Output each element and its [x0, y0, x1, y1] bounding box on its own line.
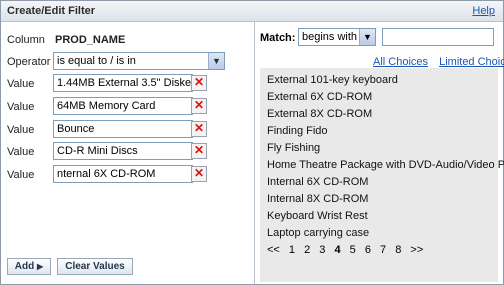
match-label: Match: [260, 32, 296, 44]
page-link[interactable]: 3 [319, 244, 325, 256]
list-item[interactable]: External 101-key keyboard [267, 74, 398, 86]
operator-select[interactable]: is equal to / is in ▼ [53, 52, 225, 70]
value-input[interactable]: 64MB Memory Card [53, 97, 193, 115]
value-label: Value [7, 169, 35, 181]
list-item[interactable]: Internal 8X CD-ROM [267, 193, 368, 205]
match-search-input[interactable] [382, 28, 494, 46]
list-item[interactable]: Home Theatre Package with DVD-Audio/Vide… [267, 159, 504, 171]
value-input[interactable]: nternal 6X CD-ROM [53, 165, 193, 183]
dialog-title: Create/Edit Filter [7, 5, 96, 17]
choices-panel: Match: begins with ▼ All Choices Limited… [255, 22, 504, 284]
value-input[interactable]: Bounce [53, 120, 193, 138]
column-value: PROD_NAME [55, 34, 126, 46]
operator-label: Operator [7, 56, 51, 68]
match-mode-value: begins with [302, 31, 358, 43]
list-item[interactable]: Laptop carrying case [267, 227, 369, 239]
value-label: Value [7, 146, 35, 158]
list-item[interactable]: Fly Fishing [267, 142, 320, 154]
page-link[interactable]: 6 [365, 244, 371, 256]
value-label: Value [7, 101, 35, 113]
add-button[interactable]: Add ▶ [7, 258, 51, 275]
page-link[interactable]: 2 [304, 244, 310, 256]
list-item[interactable]: External 8X CD-ROM [267, 108, 372, 120]
page-link[interactable]: 7 [380, 244, 386, 256]
list-item[interactable]: External 6X CD-ROM [267, 91, 372, 103]
first-page-link[interactable]: << [267, 244, 280, 256]
value-input[interactable]: CD-R Mini Discs [53, 142, 193, 160]
value-row: Value nternal 6X CD-ROM ✕ [1, 165, 254, 185]
list-item[interactable]: Internal 6X CD-ROM [267, 176, 368, 188]
page-link[interactable]: 8 [395, 244, 401, 256]
column-row: Column PROD_NAME [1, 30, 254, 50]
choices-links: All Choices Limited Choices [365, 56, 504, 68]
chevron-down-icon[interactable]: ▼ [359, 29, 375, 45]
delete-x-icon[interactable]: ✕ [191, 98, 207, 114]
chevron-down-icon[interactable]: ▼ [208, 53, 224, 69]
help-link[interactable]: Help [472, 5, 495, 17]
column-label: Column [7, 34, 45, 46]
operator-row: Operator is equal to / is in ▼ [1, 52, 254, 72]
value-row: Value Bounce ✕ [1, 120, 254, 140]
choices-list: External 101-key keyboard External 6X CD… [260, 68, 504, 282]
value-row: Value 64MB Memory Card ✕ [1, 97, 254, 117]
delete-x-icon[interactable]: ✕ [191, 75, 207, 91]
triangle-right-icon: ▶ [37, 262, 44, 271]
value-label: Value [7, 124, 35, 136]
value-row: Value CD-R Mini Discs ✕ [1, 142, 254, 162]
title-bar: Create/Edit Filter Help [1, 1, 503, 22]
value-row: Value 1.44MB External 3.5" Diskette ✕ [1, 74, 254, 94]
delete-x-icon[interactable]: ✕ [191, 121, 207, 137]
page-link[interactable]: 5 [350, 244, 356, 256]
delete-x-icon[interactable]: ✕ [191, 143, 207, 159]
last-page-link[interactable]: >> [410, 244, 423, 256]
match-mode-select[interactable]: begins with ▼ [298, 28, 376, 46]
page-link[interactable]: 1 [289, 244, 295, 256]
limited-choices-link[interactable]: Limited Choices [439, 56, 504, 68]
all-choices-link[interactable]: All Choices [373, 56, 428, 68]
delete-x-icon[interactable]: ✕ [191, 166, 207, 182]
list-item[interactable]: Finding Fido [267, 125, 328, 137]
value-label: Value [7, 78, 35, 90]
filter-fields-panel: Column PROD_NAME Operator is equal to / … [1, 22, 254, 258]
value-input[interactable]: 1.44MB External 3.5" Diskette [53, 74, 193, 92]
list-item[interactable]: Keyboard Wrist Rest [267, 210, 368, 222]
operator-selected-value: is equal to / is in [57, 55, 136, 67]
add-button-label: Add [14, 261, 35, 272]
filter-dialog: Create/Edit Filter Help Column PROD_NAME… [0, 0, 504, 285]
pagination: << 1 2 3 4 5 6 7 8 >> [267, 244, 429, 256]
current-page: 4 [334, 244, 341, 256]
clear-values-button[interactable]: Clear Values [57, 258, 133, 275]
